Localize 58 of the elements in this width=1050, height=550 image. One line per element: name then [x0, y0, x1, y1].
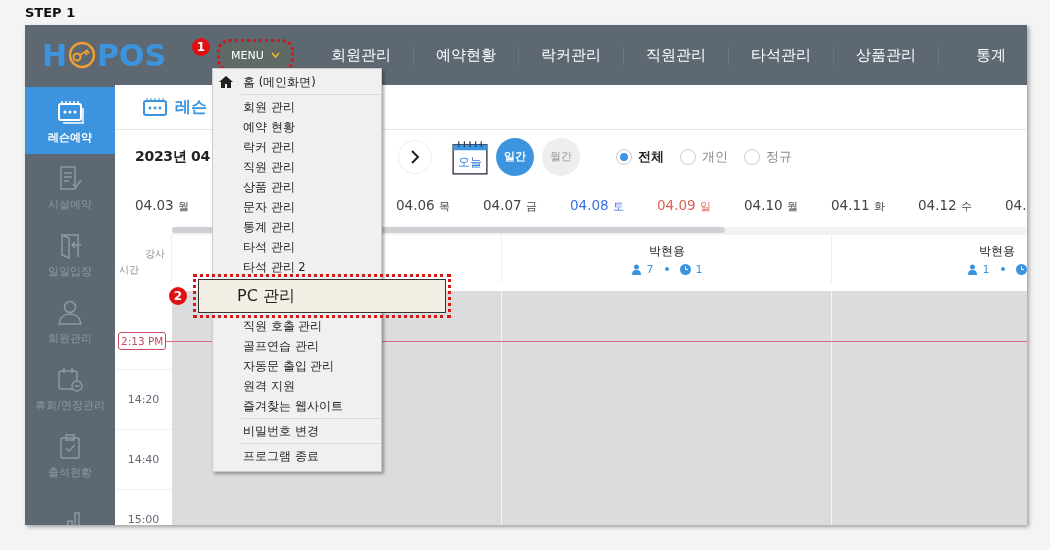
date-tab[interactable]: 04.07 금: [483, 196, 570, 214]
step-badge: 1: [192, 37, 210, 56]
instructor-name: 박현용: [978, 242, 1015, 260]
filter-radio[interactable]: 정규: [744, 147, 792, 166]
menu-item[interactable]: 비밀번호 변경: [213, 421, 381, 441]
current-time-badge: 2:13 PM: [118, 332, 167, 350]
step-badge: 2: [169, 287, 187, 305]
filter-radio[interactable]: 개인: [680, 147, 728, 166]
session-count: 1: [695, 262, 703, 276]
separator-dot-icon: [1000, 267, 1005, 271]
chevron-right-icon: [410, 149, 420, 164]
menu-item[interactable]: 원격 지원: [213, 376, 381, 396]
menu-item[interactable]: 문자 관리: [213, 197, 381, 217]
page-title: 레슨: [175, 96, 207, 118]
step-label: STEP 1: [24, 4, 77, 22]
calendar-icon: [143, 97, 167, 117]
nav-item[interactable]: 회원관리: [308, 45, 414, 65]
header-label: 강사: [145, 247, 165, 261]
menu-item[interactable]: 즐겨찾는 웹사이트: [213, 396, 381, 416]
separator-dot-icon: [664, 267, 669, 271]
date-title: 2023년 04: [135, 147, 210, 164]
person-icon: [630, 263, 642, 275]
date-tab[interactable]: 04.12 수: [918, 196, 1005, 214]
menu-item[interactable]: 타석 관리: [213, 237, 381, 257]
menu-item[interactable]: 골프연습 관리: [213, 336, 381, 356]
menu-item[interactable]: 락커 관리: [213, 137, 381, 157]
menu-item[interactable]: 자동문 출입 관리: [213, 356, 381, 376]
date-tab[interactable]: 04.09 일: [657, 196, 744, 214]
menu-item[interactable]: 타석 관리 2: [213, 257, 381, 277]
menu-item[interactable]: 상품 관리: [213, 177, 381, 197]
menu-item[interactable]: 통계 관리: [213, 217, 381, 237]
nav-item[interactable]: 상품관리: [833, 45, 939, 65]
instructor-name: 박현용: [648, 242, 685, 260]
menu-item[interactable]: 프로그램 종료: [213, 446, 381, 466]
next-button[interactable]: [398, 139, 432, 174]
nav-item[interactable]: 통계: [938, 45, 1027, 65]
nav-item[interactable]: 타석관리: [728, 45, 834, 65]
nav-item[interactable]: 예약현황: [413, 45, 519, 65]
date-tab[interactable]: 04.10 월: [744, 196, 831, 214]
filter-radio[interactable]: 전체: [616, 147, 664, 166]
menu-item[interactable]: 홈 (메인화면): [213, 72, 381, 92]
nav-item[interactable]: 직원관리: [623, 45, 729, 65]
date-tab[interactable]: 04.: [1005, 197, 1027, 213]
member-count: 1: [982, 262, 990, 276]
member-count: 7: [646, 262, 654, 276]
nav-item[interactable]: 락커관리: [518, 45, 624, 65]
person-icon: [966, 263, 978, 275]
home-icon: [219, 76, 233, 88]
date-tab[interactable]: 04.08 토: [570, 196, 657, 214]
header-label: 시간: [119, 263, 139, 277]
caret-icon: [270, 52, 280, 58]
menu-item[interactable]: 직원 관리: [213, 157, 381, 177]
clock-icon: [679, 263, 691, 275]
date-tab[interactable]: 04.06 목: [396, 196, 483, 214]
menu-item[interactable]: 예약 현황: [213, 117, 381, 137]
menu-item[interactable]: 직원 호출 관리: [213, 316, 381, 336]
date-tab[interactable]: 04.11 화: [831, 196, 918, 214]
menu-item[interactable]: 회원 관리: [213, 97, 381, 117]
